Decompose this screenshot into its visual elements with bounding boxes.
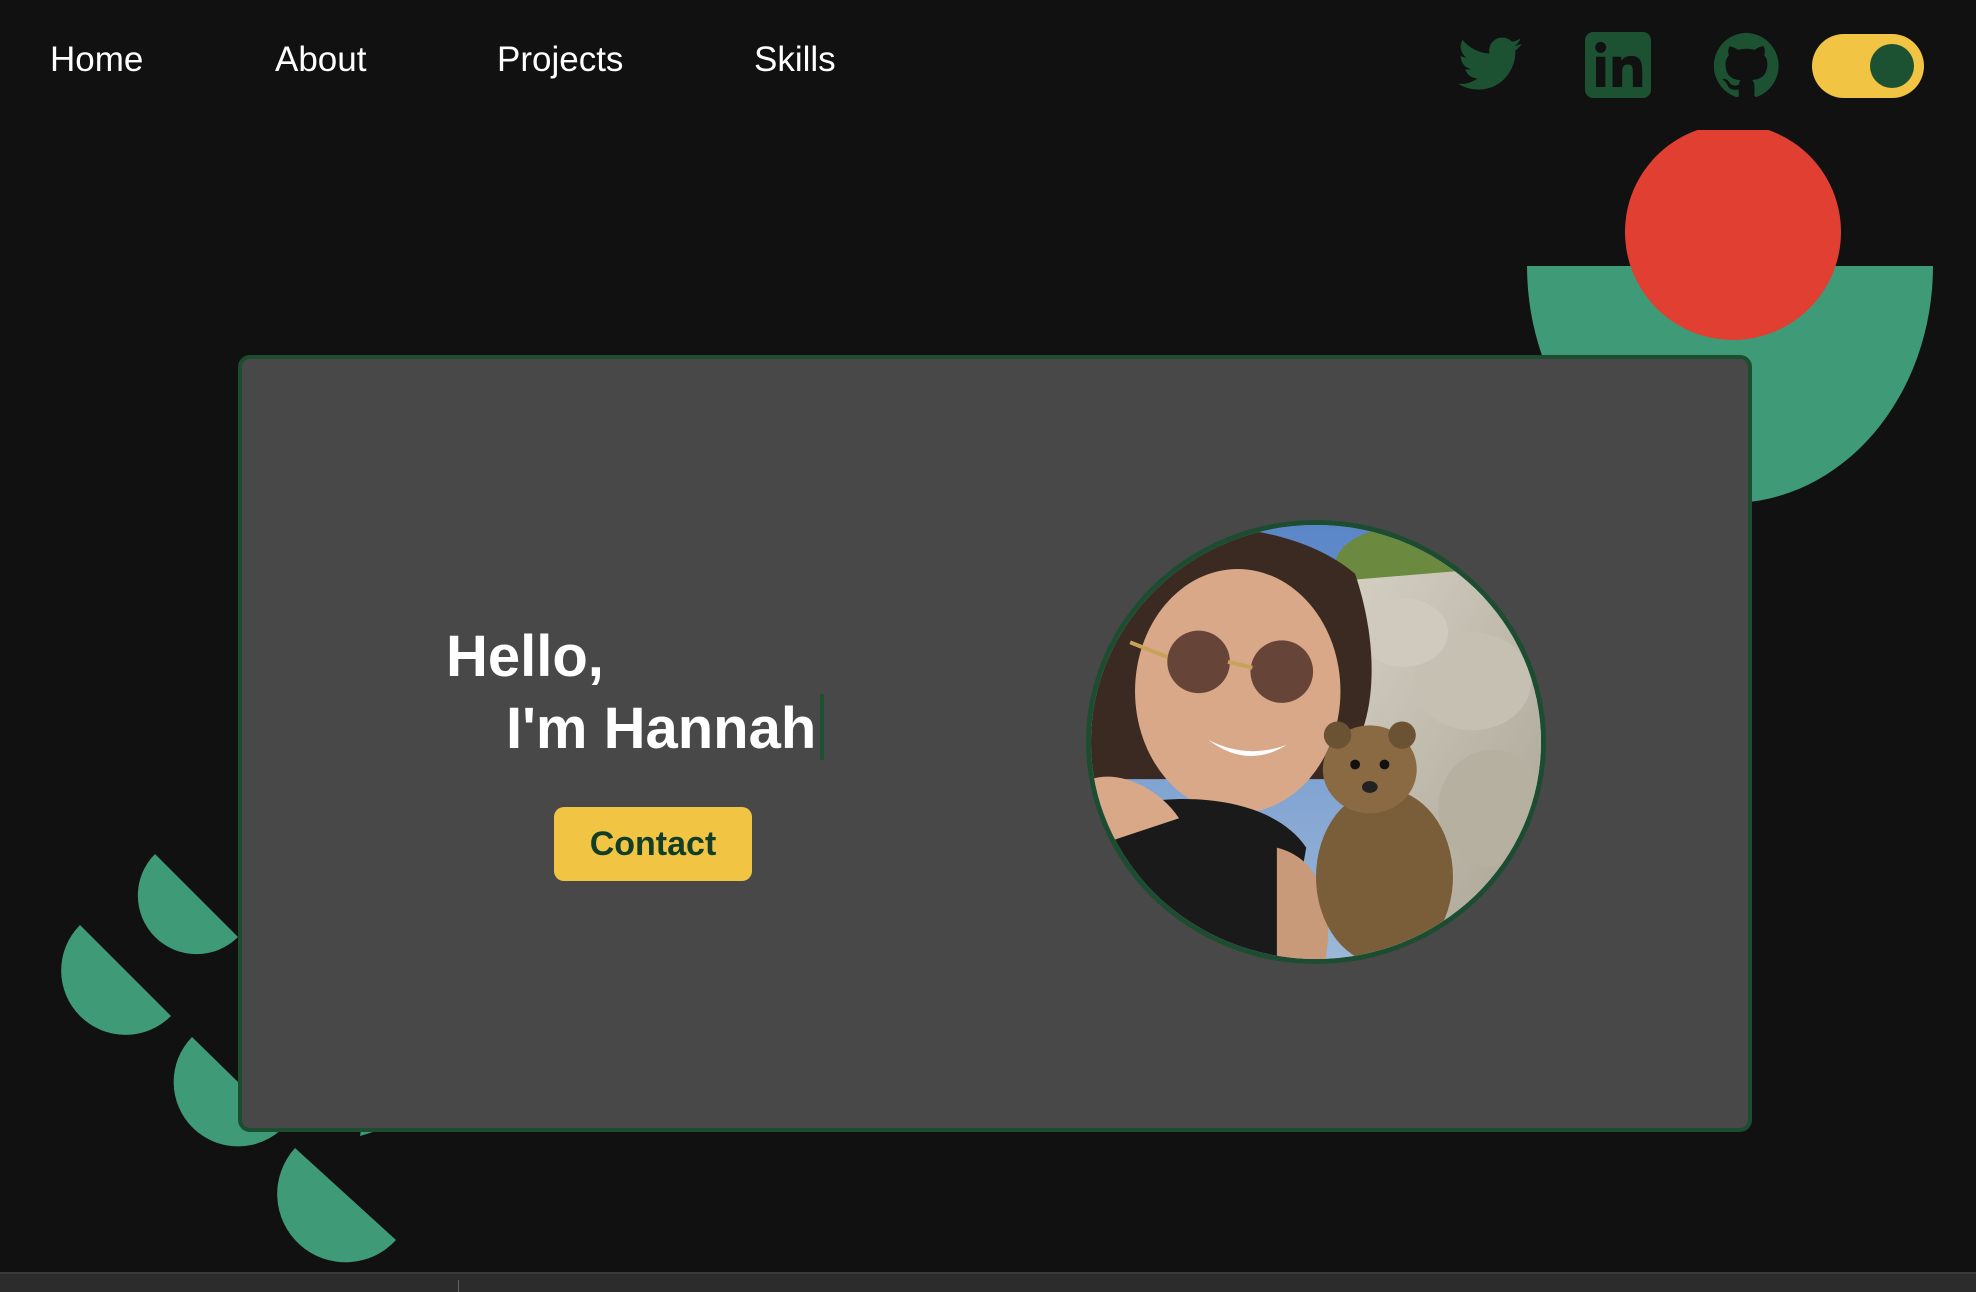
greeting-line-1: Hello, xyxy=(446,624,604,689)
github-link[interactable] xyxy=(1712,30,1782,100)
twitter-icon xyxy=(1458,37,1522,90)
profile-photo xyxy=(1086,520,1546,964)
toggle-knob xyxy=(1870,44,1914,88)
twitter-link[interactable] xyxy=(1455,30,1525,100)
green-petal-shape xyxy=(61,925,171,1035)
contact-button[interactable]: Contact xyxy=(554,807,752,881)
theme-toggle[interactable] xyxy=(1812,34,1924,98)
nav-skills-link[interactable]: Skills xyxy=(754,40,836,80)
green-petal-shape xyxy=(137,854,238,955)
bottom-scrollbar xyxy=(0,1272,1976,1292)
nav-about-link[interactable]: About xyxy=(275,40,366,80)
greeting-line-2: I'm Hannah xyxy=(506,696,817,761)
profile-photo-image xyxy=(1091,525,1541,959)
red-circle-shape xyxy=(1625,130,1841,340)
github-icon xyxy=(1714,32,1779,98)
hero-card: Hello, I'm Hannah Contact xyxy=(238,355,1752,1132)
linkedin-link[interactable] xyxy=(1583,30,1653,100)
page: Home About Projects Skills Hello, I'm Ha… xyxy=(0,0,1976,1292)
linkedin-icon xyxy=(1585,32,1651,98)
typing-cursor xyxy=(820,694,825,760)
scrollbar-tick xyxy=(458,1280,459,1292)
hero-greeting: Hello, I'm Hannah xyxy=(446,621,825,765)
nav-projects-link[interactable]: Projects xyxy=(497,40,623,80)
green-petal-shape xyxy=(277,1148,396,1263)
nav-home-link[interactable]: Home xyxy=(50,40,143,80)
